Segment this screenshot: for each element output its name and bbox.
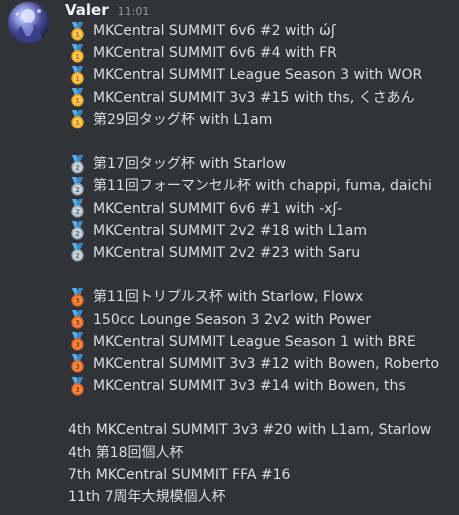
bronze-medal-icon: 3 xyxy=(71,376,84,396)
list-item: 1 MKCentral SUMMIT 3v3 #15 with ths, くさあ… xyxy=(68,87,456,109)
silver-medal-icon: 2 xyxy=(71,154,84,174)
avatar[interactable] xyxy=(8,2,49,43)
list-item: 2 MKCentral SUMMIT 6v6 #1 with -xʃ- xyxy=(68,198,456,220)
gold-medal-icon: 1 xyxy=(71,21,84,41)
list-item: 1 MKCentral SUMMIT League Season 3 with … xyxy=(68,64,456,86)
achievement-text: MKCentral SUMMIT 3v3 #12 with Bowen, Rob… xyxy=(93,355,440,372)
chat-message: Valer 11:01 1 MKCentral SUMMIT 6v6 #2 wi… xyxy=(0,0,459,515)
list-item: 3 MKCentral SUMMIT 3v3 #12 with Bowen, R… xyxy=(68,353,456,375)
list-item: 1 MKCentral SUMMIT 6v6 #4 with FR xyxy=(68,42,456,64)
svg-text:2: 2 xyxy=(75,230,80,238)
message-content: 1 MKCentral SUMMIT 6v6 #2 with ώʃ 1 MKCe… xyxy=(68,20,456,508)
achievement-text: 第17回タッグ杯 with Starlow xyxy=(93,156,287,173)
bronze-medal-icon: 3 xyxy=(71,354,84,373)
gold-medal-icon: 1 xyxy=(71,110,84,129)
bronze-medal-icon: 3 xyxy=(71,310,84,329)
silver-medal-icon: 2 xyxy=(71,243,84,262)
message-header: Valer 11:01 xyxy=(65,1,149,21)
bronze-medal-icon: 3 xyxy=(71,332,84,351)
result-text: 4th 第18回個人杯 xyxy=(68,444,184,461)
achievement-text: MKCentral SUMMIT 6v6 #4 with FR xyxy=(93,45,337,62)
list-item: 2 MKCentral SUMMIT 2v2 #23 with Saru xyxy=(68,242,456,264)
username[interactable]: Valer xyxy=(65,1,109,19)
gold-medal-icon: 1 xyxy=(71,65,84,85)
svg-text:1: 1 xyxy=(75,119,80,127)
gold-medal-icon: 1 xyxy=(71,43,84,63)
svg-text:1: 1 xyxy=(75,75,80,83)
achievement-text: MKCentral SUMMIT 6v6 #1 with -xʃ- xyxy=(93,200,343,217)
list-item: 3 MKCentral SUMMIT League Season 1 with … xyxy=(68,331,456,353)
list-item: 2 第17回タッグ杯 with Starlow xyxy=(68,153,456,175)
achievement-text: MKCentral SUMMIT 6v6 #2 with ώʃ xyxy=(93,23,336,40)
gold-medal-icon: 1 xyxy=(71,88,84,107)
achievement-text: MKCentral SUMMIT 3v3 #15 with ths, くさあん xyxy=(93,89,415,106)
gold-group: 1 MKCentral SUMMIT 6v6 #2 with ώʃ 1 MKCe… xyxy=(68,20,456,131)
result-text: 7th MKCentral SUMMIT FFA #16 xyxy=(68,466,291,483)
result-text: 11th 7周年大規模個人杯 xyxy=(68,489,226,506)
svg-text:1: 1 xyxy=(75,53,80,61)
achievement-text: MKCentral SUMMIT 2v2 #18 with L1am xyxy=(93,222,367,239)
silver-medal-icon: 2 xyxy=(71,221,84,240)
achievement-text: 第11回フォーマンセル杯 with chappi, fuma, daichi xyxy=(93,178,432,195)
timestamp[interactable]: 11:01 xyxy=(118,5,150,18)
list-item: 3 第11回トリプルス杯 with Starlow, Flowx xyxy=(68,286,456,308)
avatar-image xyxy=(14,9,44,43)
achievement-text: MKCentral SUMMIT 2v2 #23 with Saru xyxy=(93,244,361,261)
silver-medal-icon: 2 xyxy=(71,199,84,218)
silver-group: 2 第17回タッグ杯 with Starlow 2 第11回フォーマンセル杯 w… xyxy=(68,153,456,264)
list-item: 2 第11回フォーマンセル杯 with chappi, fuma, daichi xyxy=(68,175,456,197)
list-item: 1 MKCentral SUMMIT 6v6 #2 with ώʃ xyxy=(68,20,456,42)
bronze-medal-icon: 3 xyxy=(71,287,84,307)
list-item: 4th 第18回個人杯 xyxy=(68,442,456,464)
list-item: 11th 7周年大規模個人杯 xyxy=(68,486,456,508)
achievement-text: MKCentral SUMMIT 3v3 #14 with Bowen, ths xyxy=(93,378,406,395)
list-item: 4th MKCentral SUMMIT 3v3 #20 with L1am, … xyxy=(68,419,456,441)
achievement-text: 第11回トリプルス杯 with Starlow, Flowx xyxy=(93,289,364,306)
silver-medal-icon: 2 xyxy=(71,176,84,196)
achievement-text: MKCentral SUMMIT League Season 1 with BR… xyxy=(93,333,416,350)
svg-text:3: 3 xyxy=(75,363,80,371)
achievement-text: 150cc Lounge Season 3 2v2 with Power xyxy=(93,311,372,328)
bronze-group: 3 第11回トリプルス杯 with Starlow, Flowx 3 150cc… xyxy=(68,286,456,397)
list-item: 3 150cc Lounge Season 3 2v2 with Power xyxy=(68,308,456,330)
achievement-text: MKCentral SUMMIT League Season 3 with WO… xyxy=(93,67,423,84)
achievement-text: 第29回タッグ杯 with L1am xyxy=(93,111,273,128)
svg-text:1: 1 xyxy=(75,30,80,38)
svg-text:3: 3 xyxy=(75,319,80,327)
svg-text:3: 3 xyxy=(75,385,80,393)
svg-text:2: 2 xyxy=(75,208,80,216)
list-item: 2 MKCentral SUMMIT 2v2 #18 with L1am xyxy=(68,220,456,242)
result-text: 4th MKCentral SUMMIT 3v3 #20 with L1am, … xyxy=(68,422,432,439)
svg-text:3: 3 xyxy=(75,297,80,305)
other-results: 4th MKCentral SUMMIT 3v3 #20 with L1am, … xyxy=(68,419,456,508)
svg-text:2: 2 xyxy=(75,186,80,194)
svg-text:3: 3 xyxy=(75,341,80,349)
list-item: 7th MKCentral SUMMIT FFA #16 xyxy=(68,464,456,486)
list-item: 3 MKCentral SUMMIT 3v3 #14 with Bowen, t… xyxy=(68,375,456,397)
svg-text:1: 1 xyxy=(75,97,80,105)
svg-text:2: 2 xyxy=(75,252,80,260)
list-item: 1 第29回タッグ杯 with L1am xyxy=(68,109,456,131)
svg-text:2: 2 xyxy=(75,164,80,172)
